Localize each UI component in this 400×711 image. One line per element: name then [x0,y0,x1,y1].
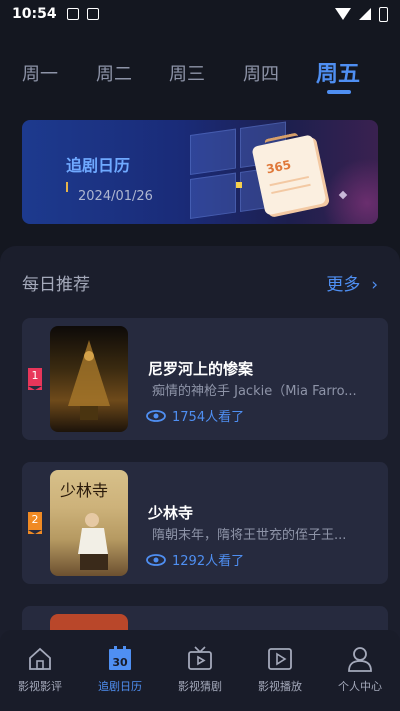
daily-recommend-panel: 每日推荐 更多 › 1 尼罗河上的惨案 痴情的神枪手 Jackie（Mia Fa… [0,246,400,666]
rank-badge: 2 [28,512,42,534]
calendar-icon: 365 [251,132,327,216]
battery-icon [379,6,388,22]
nav-label: 影视影评 [18,680,62,693]
signal-icon [359,8,371,20]
nav-item-guess[interactable]: 影视猜剧 [160,630,240,711]
bottom-navigation: 影视影评 30 追剧日历 影视猜剧 影视播放 个人中心 [0,630,400,711]
status-bar: 10:54 [0,0,400,28]
tab-tuesday[interactable]: 周二 [96,60,132,86]
more-button[interactable]: 更多 › [326,270,378,295]
tv-icon [188,646,212,670]
app-notification-icon [86,8,99,20]
tab-thursday[interactable]: 周四 [243,60,279,86]
section-title: 每日推荐 [22,275,90,295]
person-icon [348,647,372,672]
decorative-blob [322,158,378,224]
calendar-icon: 30 [109,646,131,670]
view-count: 1292人看了 [146,550,244,569]
wifi-icon [335,8,351,20]
banner-accent-bar [66,182,68,192]
svg-text:30: 30 [112,656,128,669]
movie-title: 尼罗河上的惨案 [148,360,254,378]
svg-text:少林寺: 少林寺 [60,481,108,500]
view-count: 1754人看了 [146,406,244,425]
tab-wednesday[interactable]: 周三 [169,60,205,86]
movie-poster [50,326,128,432]
image-notification-icon [66,8,79,20]
nav-label: 影视猜剧 [178,680,222,693]
list-item[interactable]: 1 尼罗河上的惨案 痴情的神枪手 Jackie（Mia Farro... 175… [22,318,388,440]
movie-poster: 少林寺 [50,470,128,576]
view-count-text: 1292人看了 [172,554,245,569]
movie-title: 少林寺 [148,504,194,522]
chevron-right-icon: › [365,275,378,295]
tab-monday[interactable]: 周一 [22,60,58,86]
calendar-number: 365 [264,157,293,177]
play-icon [268,648,292,670]
tab-active-indicator [327,90,351,94]
banner-date: 2024/01/26 [78,189,153,204]
more-label: 更多 [326,275,361,295]
nav-item-profile[interactable]: 个人中心 [320,630,400,711]
movie-description: 隋朝末年，隋将王世充的侄子王... [152,528,347,543]
eye-icon [146,409,166,422]
list-item[interactable]: 2 少林寺 少林寺 隋朝末年，隋将王世充的侄子王... 1292人看了 [22,462,388,584]
calendar-banner[interactable]: 追剧日历 2024/01/26 365 [22,120,378,224]
sparkle-icon [236,182,242,188]
tab-friday[interactable]: 周五 [316,56,360,88]
view-count-text: 1754人看了 [172,410,245,425]
nav-label: 个人中心 [338,680,382,693]
nav-item-reviews[interactable]: 影视影评 [0,630,80,711]
movie-description: 痴情的神枪手 Jackie（Mia Farro... [152,384,357,399]
eye-icon [146,553,166,566]
nav-label: 追剧日历 [98,680,142,693]
rank-badge: 1 [28,368,42,390]
nav-item-play[interactable]: 影视播放 [240,630,320,711]
nav-item-calendar[interactable]: 30 追剧日历 [80,630,160,711]
banner-title: 追剧日历 [66,156,131,175]
status-time: 10:54 [12,6,57,22]
home-icon [29,647,51,670]
nav-label: 影视播放 [258,680,302,693]
